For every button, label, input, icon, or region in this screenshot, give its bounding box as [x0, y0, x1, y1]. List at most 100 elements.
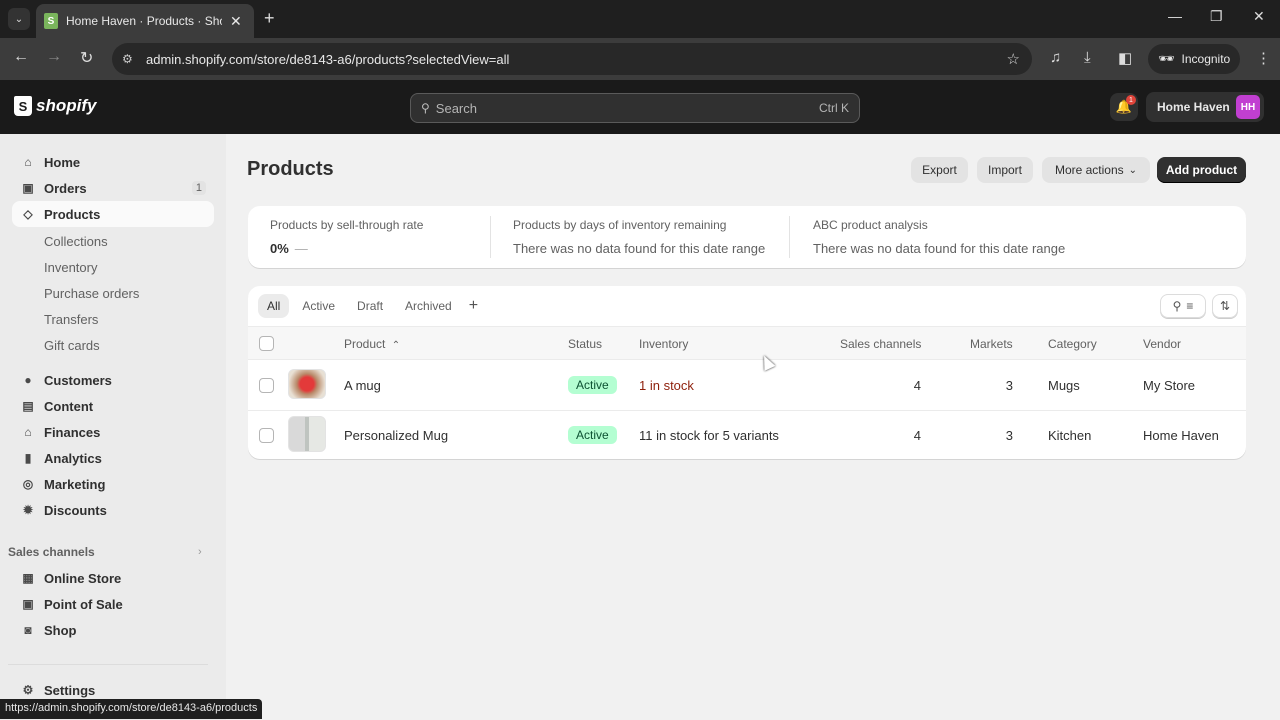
browser-toolbar: ← → ↻ ⚙ admin.shopify.com/store/de8143-a… [0, 38, 1280, 80]
sidebar-item-point-of-sale[interactable]: ▣ Point of Sale [12, 591, 214, 617]
vendor-value: Home Haven [1143, 428, 1219, 443]
search-filter-button[interactable]: ⚲ ≡ [1160, 294, 1206, 318]
incognito-indicator[interactable]: 🕶 Incognito [1148, 44, 1240, 74]
browser-menu-icon[interactable]: ⋮ [1256, 49, 1271, 67]
table-row[interactable]: Personalized Mug Active 11 in stock for … [248, 411, 1246, 459]
row-checkbox[interactable] [259, 428, 274, 443]
forward-icon[interactable]: → [46, 48, 62, 66]
tab-all[interactable]: All [258, 294, 290, 318]
row-checkbox[interactable] [259, 378, 274, 393]
shopify-logo[interactable]: S shopify [14, 96, 96, 116]
sidebar-item-orders[interactable]: ▣ Orders 1 [12, 175, 214, 201]
sidebar-divider [8, 664, 208, 665]
tab-draft[interactable]: Draft [348, 294, 392, 318]
sidebar-item-label: Customers [44, 372, 112, 388]
sidebar-item-marketing[interactable]: ◎ Marketing [12, 471, 214, 497]
sidebar-item-home[interactable]: ⌂ Home [12, 149, 214, 175]
search-placeholder: Search [435, 100, 477, 116]
sidebar-item-finances[interactable]: ⌂ Finances [12, 419, 214, 445]
import-button[interactable]: Import [977, 157, 1033, 183]
discount-icon: ✹ [22, 503, 34, 517]
analytics-card: Products by sell-through rate 0% — Produc… [248, 206, 1246, 268]
back-icon[interactable]: ← [13, 48, 29, 66]
metric-divider [490, 216, 491, 258]
more-actions-button[interactable]: More actions ⌄ [1042, 157, 1150, 183]
minimize-icon[interactable]: — [1168, 8, 1182, 24]
abc-analysis-metric[interactable]: ABC product analysis There was no data f… [813, 218, 1065, 256]
column-sales-channels: Sales channels [840, 337, 922, 351]
close-window-icon[interactable]: ✕ [1253, 8, 1265, 25]
sidebar-item-transfers[interactable]: Transfers [44, 312, 98, 327]
restore-icon[interactable]: ❐ [1210, 8, 1223, 25]
sell-through-metric[interactable]: Products by sell-through rate 0% — [270, 218, 423, 256]
incognito-label: Incognito [1181, 52, 1231, 66]
sidebar-item-content[interactable]: ▤ Content [12, 393, 214, 419]
sidebar-item-purchase-orders[interactable]: Purchase orders [44, 286, 139, 301]
browser-tab[interactable]: S Home Haven · Products · Shopify ✕ [36, 4, 254, 38]
table-row[interactable]: A mug Active 1 in stock 4 3 Mugs My Stor… [248, 361, 1246, 411]
media-control-icon[interactable]: ♫ [1050, 49, 1061, 66]
store-menu-button[interactable]: Home Haven HH [1146, 92, 1264, 122]
reload-icon[interactable]: ↻ [80, 48, 93, 68]
add-product-button[interactable]: Add product [1157, 157, 1246, 183]
sidebar-item-gift-cards[interactable]: Gift cards [44, 338, 100, 353]
metric-divider [789, 216, 790, 258]
sidebar-item-label: Settings [44, 682, 96, 698]
filter-icon: ≡ [1186, 299, 1194, 313]
person-icon: ● [24, 373, 32, 387]
tab-search-button[interactable]: ⌄ [8, 8, 30, 30]
chevron-down-icon: ⌄ [1128, 164, 1138, 176]
shopify-favicon-icon: S [44, 13, 58, 29]
add-view-icon[interactable]: + [469, 297, 478, 315]
close-tab-icon[interactable]: ✕ [230, 13, 242, 30]
sidebar-item-collections[interactable]: Collections [44, 234, 108, 249]
column-product[interactable]: Product ⌃ [344, 337, 400, 351]
sidebar-item-discounts[interactable]: ✹ Discounts [12, 497, 214, 523]
sidebar-item-label: Analytics [44, 450, 102, 466]
sidebar-item-label: Finances [44, 424, 101, 440]
search-icon: ⚲ [421, 101, 430, 115]
site-settings-icon[interactable]: ⚙ [122, 52, 146, 66]
product-thumbnail[interactable] [288, 369, 326, 399]
bookmark-star-icon[interactable]: ☆ [1007, 50, 1020, 68]
store-name: Home Haven [1157, 100, 1230, 114]
tab-archived[interactable]: Archived [396, 294, 461, 318]
export-button[interactable]: Export [911, 157, 968, 183]
product-name[interactable]: Personalized Mug [344, 428, 448, 443]
gear-icon: ⚙ [22, 683, 34, 697]
logo-text: shopify [36, 96, 97, 115]
sidebar-item-customers[interactable]: ● Customers [12, 367, 214, 393]
sidebar-item-inventory[interactable]: Inventory [44, 260, 97, 275]
download-icon[interactable]: ⤓ [1084, 49, 1091, 66]
metric-value: There was no data found for this date ra… [513, 241, 766, 256]
view-tabs: All Active Draft Archived + [258, 294, 478, 318]
markets-value: 3 [1005, 428, 1013, 443]
trend-dash: — [294, 241, 308, 256]
column-label: Product [344, 337, 386, 351]
notifications-button[interactable]: 🔔 1 [1110, 93, 1138, 121]
sidebar-item-label: Discounts [44, 502, 107, 518]
select-all-checkbox[interactable] [259, 336, 274, 351]
sidebar-item-online-store[interactable]: ▦ Online Store [12, 565, 214, 591]
sidebar-item-label: Home [44, 154, 81, 170]
days-inventory-metric[interactable]: Products by days of inventory remaining … [513, 218, 765, 256]
sort-button[interactable]: ⇅ [1212, 294, 1238, 318]
tab-active[interactable]: Active [293, 294, 344, 318]
sidebar-item-products[interactable]: ◇ Products [12, 201, 214, 227]
category-value: Kitchen [1048, 428, 1092, 443]
address-bar[interactable]: ⚙ admin.shopify.com/store/de8143-a6/prod… [112, 43, 1032, 75]
admin-search-input[interactable]: ⚲ Search Ctrl K [410, 93, 860, 123]
sidebar-item-shop[interactable]: ◙ Shop [12, 617, 214, 643]
side-panel-icon[interactable]: ◧ [1118, 49, 1132, 67]
tab-title: Home Haven · Products · Shopify [66, 14, 222, 28]
product-thumbnail[interactable] [288, 416, 326, 452]
sidebar-item-label: Marketing [44, 476, 106, 492]
sales-channels-label[interactable]: Sales channels [8, 545, 95, 559]
product-name[interactable]: A mug [344, 378, 381, 393]
chevron-right-icon[interactable]: › [198, 546, 202, 558]
sidebar-item-label: Point of Sale [44, 596, 123, 612]
bank-icon: ⌂ [24, 425, 32, 439]
new-tab-icon[interactable]: + [264, 8, 275, 29]
metric-label: Products by days of inventory remaining [513, 218, 727, 232]
sidebar-item-analytics[interactable]: ▮ Analytics [12, 445, 214, 471]
